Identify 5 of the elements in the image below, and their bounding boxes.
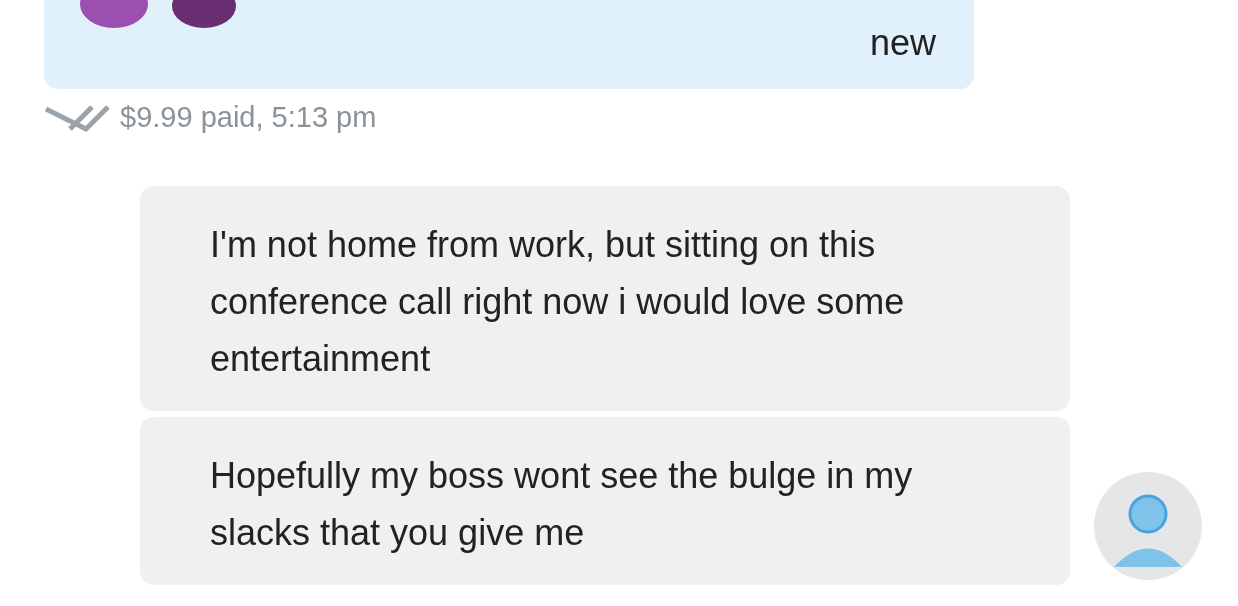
avatar-icon bbox=[1094, 472, 1202, 580]
message-text: new bbox=[869, 22, 936, 64]
message-text: I'm not home from work, but sitting on this conference call right now i would love some entertainment bbox=[210, 223, 906, 381]
message-meta: $9.99 paid, 5:13 pm bbox=[120, 101, 377, 134]
message-text: Hopefully my boss wont see the bulge in my slacks that you give me bbox=[210, 454, 914, 555]
